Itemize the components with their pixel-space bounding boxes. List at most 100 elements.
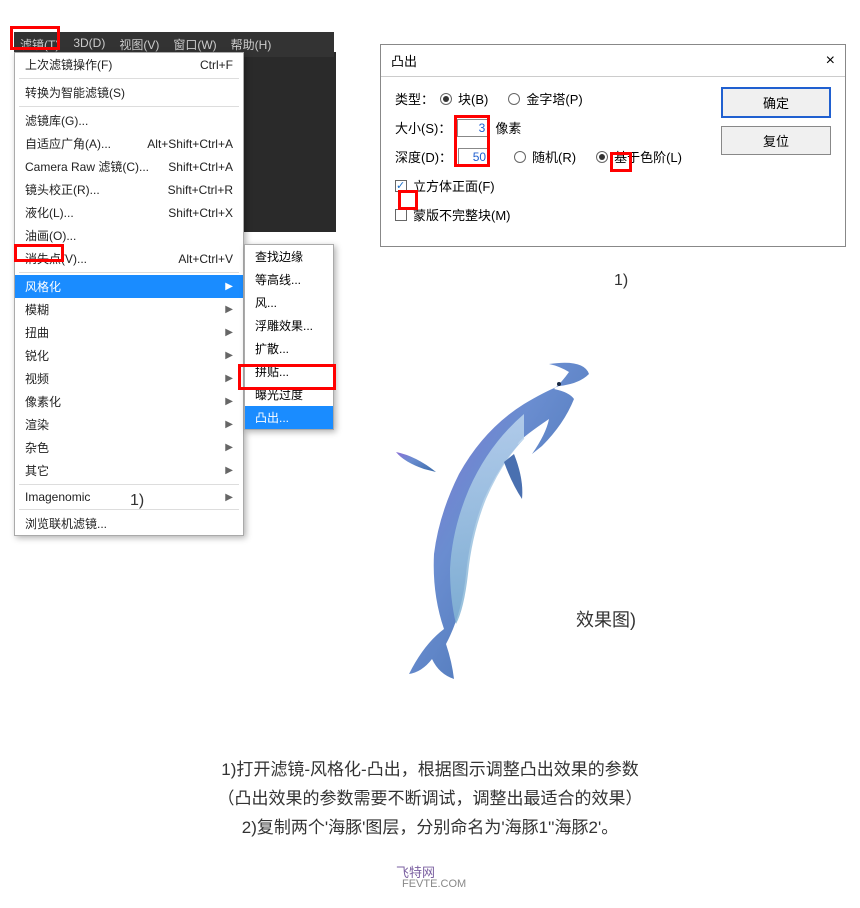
menu-item-camera-raw[interactable]: Camera Raw 滤镜(C)... Shift+Ctrl+A [15,155,243,178]
submenu-item-find-edges[interactable]: 查找边缘 [245,245,333,268]
reset-button[interactable]: 复位 [721,126,831,155]
highlight-box-stylize [14,244,64,262]
size-unit: 像素 [495,118,521,137]
submenu-arrow-icon: ▶ [225,281,233,292]
size-label: 大小(S)： [395,118,451,137]
submenu-arrow-icon: ▶ [225,327,233,338]
radio-pyramid[interactable] [508,93,520,105]
menu-item-adaptive[interactable]: 自适应广角(A)... Alt+Shift+Ctrl+A [15,132,243,155]
filter-dropdown: 上次滤镜操作(F) Ctrl+F 转换为智能滤镜(S) 滤镜库(G)... 自适… [14,52,244,536]
radio-level-based[interactable] [596,151,608,163]
menu-item-label: 上次滤镜操作(F) [25,56,112,73]
dolphin-illustration [374,344,594,684]
separator [19,78,239,79]
instruction-line-3: 2)复制两个'海豚'图层，分别命名为'海豚1''海豚2'。 [0,814,860,843]
menu-item-noise[interactable]: 杂色 ▶ [15,436,243,459]
submenu-arrow-icon: ▶ [225,419,233,430]
menu-item-label: 自适应广角(A)... [25,135,111,152]
close-icon[interactable]: × [826,52,835,70]
menu-item-label: 浏览联机滤镜... [25,515,107,532]
menu-window[interactable]: 窗口(W) [173,36,216,53]
effect-label: 效果图) [576,606,636,632]
highlight-box-size-depth [454,115,490,167]
menu-item-label: 模糊 [25,301,49,318]
menu-item-label: 风格化 [25,278,61,295]
ok-button[interactable]: 确定 [721,87,831,118]
figure-label-1b: 1) [614,272,628,290]
menu-item-imagenomic[interactable]: Imagenomic ▶ [15,487,243,507]
app-dark-background [244,52,336,232]
menu-item-liquify[interactable]: 液化(L)... Shift+Ctrl+X [15,201,243,224]
submenu-arrow-icon: ▶ [225,465,233,476]
highlight-box-filter-menu [10,26,60,50]
radio-block-label: 块(B) [458,89,488,108]
depth-label: 深度(D)： [395,147,452,166]
submenu-arrow-icon: ▶ [225,442,233,453]
menu-item-label: 液化(L)... [25,204,74,221]
checkbox-mask-label: 蒙版不完整块(M) [413,205,511,224]
menu-item-label: 渲染 [25,416,49,433]
menu-item-stylize[interactable]: 风格化 ▶ [15,275,243,298]
menu-shortcut: Alt+Shift+Ctrl+A [147,137,233,151]
menu-item-video[interactable]: 视频 ▶ [15,367,243,390]
watermark-url: FEVTE.COM [402,878,466,890]
row-mask: 蒙版不完整块(M) [395,205,831,224]
menu-shortcut: Alt+Ctrl+V [178,252,233,266]
highlight-box-cube-front [398,190,418,210]
menu-item-label: 镜头校正(R)... [25,181,100,198]
menu-item-label: 油画(O)... [25,227,76,244]
submenu-arrow-icon: ▶ [225,350,233,361]
dialog-title-text: 凸出 [391,51,417,70]
menu-item-label: 锐化 [25,347,49,364]
instruction-text: 1)打开滤镜-风格化-凸出，根据图示调整凸出效果的参数 （凸出效果的参数需要不断… [0,756,860,843]
menu-item-sharpen[interactable]: 锐化 ▶ [15,344,243,367]
menu-shortcut: Shift+Ctrl+A [168,160,233,174]
menu-shortcut: Shift+Ctrl+R [168,183,233,197]
row-cube-front: 立方体正面(F) [395,176,831,195]
instruction-line-1: 1)打开滤镜-风格化-凸出，根据图示调整凸出效果的参数 [0,756,860,785]
separator [19,509,239,510]
submenu-arrow-icon: ▶ [225,304,233,315]
menu-item-last-filter[interactable]: 上次滤镜操作(F) Ctrl+F [15,53,243,76]
menu-item-distort[interactable]: 扭曲 ▶ [15,321,243,344]
menu-item-gallery[interactable]: 滤镜库(G)... [15,109,243,132]
figure-label-1a: 1) [130,492,144,510]
radio-pyramid-label: 金字塔(P) [526,89,582,108]
menu-item-label: 其它 [25,462,49,479]
menu-help[interactable]: 帮助(H) [231,36,272,53]
menu-item-label: 扭曲 [25,324,49,341]
submenu-item-diffuse[interactable]: 扩散... [245,337,333,360]
submenu-item-contour[interactable]: 等高线... [245,268,333,291]
menu-3d[interactable]: 3D(D) [73,36,105,53]
menu-item-label: 转换为智能滤镜(S) [25,84,125,101]
radio-random[interactable] [514,151,526,163]
menu-view[interactable]: 视图(V) [119,36,159,53]
extrude-dialog: 凸出 × 类型： 块(B) 金字塔(P) 大小(S)： 像素 深度(D)： 随机… [380,44,846,247]
menu-item-browse-online[interactable]: 浏览联机滤镜... [15,512,243,535]
menu-item-label: 像素化 [25,393,61,410]
menu-shortcut: Ctrl+F [200,58,233,72]
menu-item-blur[interactable]: 模糊 ▶ [15,298,243,321]
highlight-box-extrude [238,364,336,390]
menu-item-pixelate[interactable]: 像素化 ▶ [15,390,243,413]
menu-item-label: Camera Raw 滤镜(C)... [25,158,149,175]
stylize-submenu: 查找边缘 等高线... 风... 浮雕效果... 扩散... 拼贴... 曝光过… [244,244,334,430]
menu-shortcut: Shift+Ctrl+X [168,206,233,220]
separator [19,272,239,273]
radio-block[interactable] [440,93,452,105]
checkbox-mask[interactable] [395,209,407,221]
instruction-line-2: （凸出效果的参数需要不断调试，调整出最适合的效果） [0,785,860,814]
dialog-titlebar: 凸出 × [381,45,845,77]
menu-item-lens[interactable]: 镜头校正(R)... Shift+Ctrl+R [15,178,243,201]
submenu-item-emboss[interactable]: 浮雕效果... [245,314,333,337]
menu-item-render[interactable]: 渲染 ▶ [15,413,243,436]
menu-item-other[interactable]: 其它 ▶ [15,459,243,482]
separator [19,484,239,485]
menu-item-smart-filter[interactable]: 转换为智能滤镜(S) [15,81,243,104]
submenu-item-extrude[interactable]: 凸出... [245,406,333,429]
menu-item-label: Imagenomic [25,490,90,504]
separator [19,106,239,107]
submenu-arrow-icon: ▶ [225,492,233,503]
radio-random-label: 随机(R) [532,147,576,166]
submenu-item-wind[interactable]: 风... [245,291,333,314]
